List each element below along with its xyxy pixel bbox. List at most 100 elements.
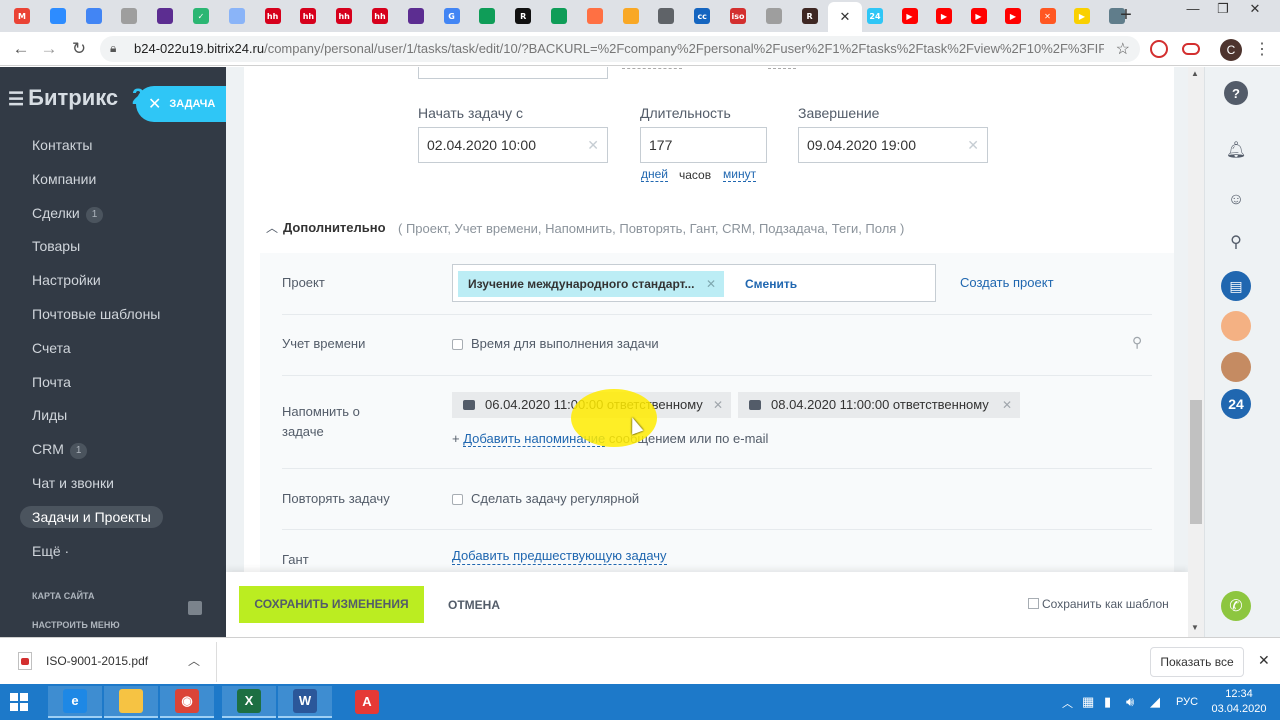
browser-tab[interactable]: M [7,4,37,28]
forward-icon[interactable]: → [38,39,60,59]
browser-tab[interactable] [43,4,73,28]
reminder-tag[interactable]: 08.04.2020 11:00:00 ответственному ✕ [738,392,1020,418]
browser-tab[interactable] [651,4,681,28]
sidebar-item[interactable]: Настройки [32,269,101,291]
clear-icon[interactable]: ✕ [587,137,599,154]
taskbar-app[interactable]: A [340,686,394,718]
show-hidden-icons[interactable]: ︿ [1062,695,1073,711]
duration-input[interactable]: 177 [640,127,767,163]
window-close-icon[interactable]: ✕ [1240,0,1270,20]
browser-tab[interactable] [616,4,646,28]
new-tab-button[interactable]: + [1116,4,1136,27]
windows-start-icon[interactable] [10,693,28,711]
browser-tab[interactable]: R [795,4,825,28]
bitrix-logo[interactable]: ☰ Битрикс [8,85,118,111]
browser-tab[interactable] [472,4,502,28]
group-avatar-icon[interactable] [1221,352,1251,382]
add-predecessor-link[interactable]: Добавить предшествующую задачу [452,548,667,565]
system-clock[interactable]: 12:34 03.04.2020 [1206,687,1272,717]
page-scrollbar[interactable]: ▲ ▼ [1188,67,1204,637]
repeat-checkbox[interactable] [452,494,463,505]
hamburger-icon[interactable]: ☰ [8,89,24,109]
cancel-button[interactable]: ОТМЕНА [448,598,500,612]
browser-tab[interactable]: hh [293,4,323,28]
extension-cloud-icon[interactable] [1182,43,1200,55]
sidebar-item[interactable]: Сделки 1 [32,202,104,224]
network-icon[interactable]: ▦ [1082,694,1094,710]
browser-tab[interactable]: ▶ [929,4,959,28]
browser-tab[interactable] [79,4,109,28]
close-icon[interactable]: ✕ [1258,652,1270,669]
browser-tab[interactable]: cc [687,4,717,28]
user-avatar-icon[interactable] [1221,311,1251,341]
sidebar-item[interactable]: Счета [32,337,71,359]
sidebar-item[interactable]: Ещё · [32,540,69,562]
unit-minutes-link[interactable]: минут [723,168,757,182]
taskbar-app[interactable]: e [48,686,102,718]
start-date-input[interactable]: 02.04.2020 10:00 ✕ [418,127,608,163]
scroll-thumb[interactable] [1190,400,1202,524]
url-field[interactable]: 🔒︎ b24-022u19.bitrix24.ru/company/person… [100,36,1140,62]
remove-reminder-icon[interactable]: ✕ [713,392,723,418]
profile-avatar[interactable]: C [1220,39,1242,61]
reload-icon[interactable]: ↻ [68,39,90,59]
save-template-option[interactable]: Сохранить как шаблон [1028,597,1169,611]
taskbar-app[interactable]: ◉ [160,686,214,718]
browser-tab[interactable]: hh [258,4,288,28]
sidebar-item[interactable]: Компании [32,168,96,190]
unit-days-link[interactable]: дней [641,168,669,182]
show-all-downloads-button[interactable]: Показать все [1150,647,1244,677]
save-changes-button[interactable]: СОХРАНИТЬ ИЗМЕНЕНИЯ [239,586,424,623]
extension-clock-icon[interactable] [1150,40,1168,58]
bell-icon[interactable]: 🔔︎ [1221,135,1251,165]
taskbar-app[interactable] [104,686,158,718]
help-icon[interactable]: ? [1224,81,1248,105]
browser-tab[interactable] [150,4,180,28]
sidebar-item[interactable]: Задачи и Проекты [20,505,163,528]
save-template-checkbox[interactable] [1028,598,1039,609]
battery-icon[interactable]: ▮ [1104,694,1111,710]
wifi-icon[interactable]: ◢ [1150,694,1160,710]
close-icon[interactable]: ✕ [840,9,851,25]
browser-tab[interactable] [222,4,252,28]
volume-icon[interactable]: 🔊︎ [1126,694,1134,710]
additional-title[interactable]: Дополнительно [283,220,386,235]
language-indicator[interactable]: РУС [1176,696,1198,708]
sidebar-item[interactable]: Почтовые шаблоны [32,303,160,325]
sidebar-item[interactable]: Почта [32,371,71,393]
browser-tab[interactable]: ✕ [1033,4,1063,28]
browser-tab[interactable]: ✓ [186,4,216,28]
b24-icon[interactable]: 24 [1221,389,1251,419]
browser-tab[interactable] [401,4,431,28]
browser-tab[interactable]: ▶ [964,4,994,28]
end-date-input[interactable]: 09.04.2020 19:00 ✕ [798,127,988,163]
time-tracking-checkbox[interactable] [452,339,463,350]
sitemap-link[interactable]: КАРТА САЙТА [32,591,94,601]
browser-tab[interactable]: ▶ [1067,4,1097,28]
project-selector[interactable]: Изучение международного стандарт... ✕ См… [452,264,936,302]
time-tracking-checkbox-label[interactable]: Время для выполнения задачи [471,334,659,354]
chevron-up-icon[interactable]: ︿ [266,219,278,236]
pin-icon[interactable]: ⚲ [1132,332,1142,352]
browser-tab[interactable]: hh [329,4,359,28]
sidebar-item[interactable]: CRM 1 [32,438,88,460]
scroll-up-icon[interactable]: ▲ [1191,69,1199,78]
remove-project-icon[interactable]: ✕ [706,271,716,297]
chevron-up-icon[interactable]: ︿ [188,652,200,669]
download-file-name[interactable]: ISO-9001-2015.pdf [46,654,148,668]
printer-icon[interactable] [188,601,202,615]
browser-tab[interactable]: 24 [860,4,890,28]
browser-tab[interactable]: R [508,4,538,28]
browser-tab[interactable] [544,4,574,28]
minimize-icon[interactable]: — [1178,0,1208,20]
sidebar-item[interactable]: Чат и звонки [32,472,114,494]
create-project-link[interactable]: Создать проект [960,273,1054,293]
browser-tab[interactable]: iso [723,4,753,28]
browser-tab[interactable]: hh [365,4,395,28]
task-close-button[interactable]: ✕ ЗАДАЧА [136,86,226,122]
configure-menu-link[interactable]: НАСТРОИТЬ МЕНЮ [32,620,120,630]
sidebar-item[interactable]: Лиды [32,404,67,426]
browser-menu-icon[interactable]: ⋮ [1254,39,1270,59]
sidebar-item[interactable]: Товары [32,235,80,257]
browser-tab[interactable] [759,4,789,28]
